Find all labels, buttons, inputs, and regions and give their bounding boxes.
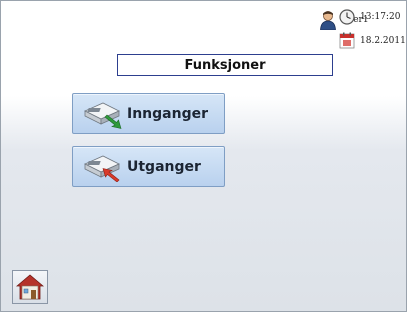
clock-icon	[339, 9, 355, 25]
user-icon	[320, 11, 336, 30]
page-title: Funksjoner	[117, 54, 333, 76]
device-out-icon	[84, 155, 120, 182]
outputs-button-label: Utganger	[127, 158, 201, 175]
inputs-button-label: Innganger	[127, 105, 208, 122]
date: 18.2.2011	[339, 32, 406, 49]
time-display: 13:17:20	[360, 12, 401, 22]
home-button[interactable]	[12, 270, 48, 304]
clock: 13:17:20	[339, 9, 400, 25]
screen: User1 13:17:20 18.2.2011 Funksjoner Inng…	[0, 0, 407, 312]
inputs-button[interactable]: Innganger	[72, 93, 225, 134]
date-display: 18.2.2011	[360, 35, 406, 46]
calendar-icon	[339, 32, 355, 49]
device-in-icon	[84, 102, 122, 129]
outputs-button[interactable]: Utganger	[72, 146, 225, 187]
home-icon	[16, 274, 44, 300]
